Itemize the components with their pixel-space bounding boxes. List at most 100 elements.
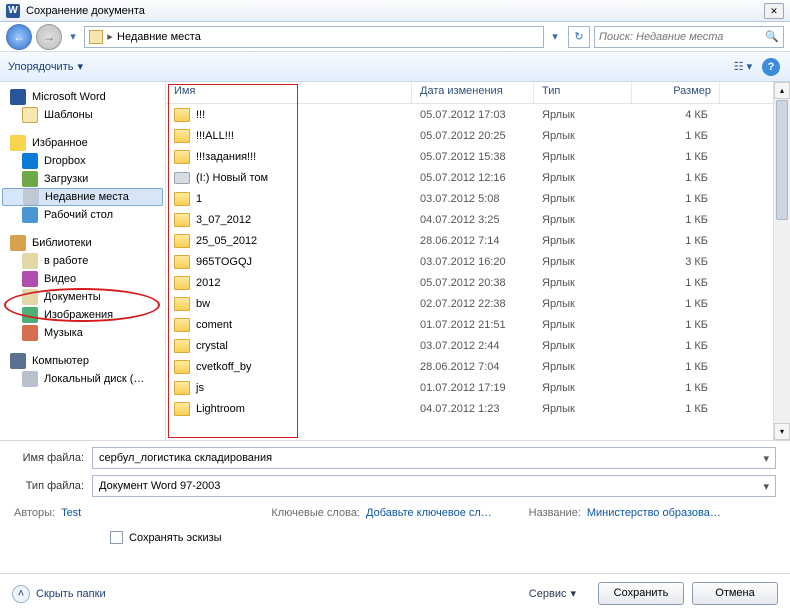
folder-icon xyxy=(174,255,190,269)
file-row[interactable]: coment01.07.2012 21:51Ярлык1 КБ xyxy=(166,314,790,335)
footer: ˄ Скрыть папки Сервис ▾ Сохранить Отмена xyxy=(0,573,790,613)
video-icon xyxy=(22,271,38,287)
refresh-button[interactable]: ↻ xyxy=(568,26,590,48)
col-name[interactable]: Имя xyxy=(166,82,412,103)
meta-title[interactable]: Название: Министерство образова… xyxy=(529,507,776,519)
chevron-down-icon[interactable]: ▾ xyxy=(763,480,769,493)
meta-authors[interactable]: Авторы: Test xyxy=(14,507,261,519)
file-date: 05.07.2012 12:16 xyxy=(412,172,534,184)
scroll-up-button[interactable]: ▴ xyxy=(774,82,790,99)
file-row[interactable]: js01.07.2012 17:19Ярлык1 КБ xyxy=(166,377,790,398)
meta-keywords[interactable]: Ключевые слова: Добавьте ключевое сл… xyxy=(271,507,518,519)
sidebar-item-video[interactable]: Видео xyxy=(0,270,165,288)
sidebar-item-localdisk[interactable]: Локальный диск (… xyxy=(0,370,165,388)
folder-icon xyxy=(174,297,190,311)
help-button[interactable]: ? xyxy=(760,56,782,78)
file-row[interactable]: cvetkoff_by28.06.2012 7:04Ярлык1 КБ xyxy=(166,356,790,377)
scroll-thumb[interactable] xyxy=(776,100,788,220)
file-row[interactable]: 103.07.2012 5:08Ярлык1 КБ xyxy=(166,188,790,209)
file-size: 1 КБ xyxy=(632,361,720,373)
file-size: 1 КБ xyxy=(632,235,720,247)
file-row[interactable]: (I:) Новый том05.07.2012 12:16Ярлык1 КБ xyxy=(166,167,790,188)
file-type: Ярлык xyxy=(534,382,632,394)
sidebar-item-images[interactable]: Изображения xyxy=(0,306,165,324)
sidebar-item-desktop[interactable]: Рабочий стол xyxy=(0,206,165,224)
organize-label: Упорядочить xyxy=(8,61,73,73)
col-date[interactable]: Дата изменения xyxy=(412,82,534,103)
file-row[interactable]: !!!ALL!!!05.07.2012 20:25Ярлык1 КБ xyxy=(166,125,790,146)
cancel-button[interactable]: Отмена xyxy=(692,582,778,605)
folder-icon xyxy=(174,276,190,290)
file-name: !!!задания!!! xyxy=(196,151,256,163)
file-date: 02.07.2012 22:38 xyxy=(412,298,534,310)
file-type: Ярлык xyxy=(534,130,632,142)
save-thumbnails-checkbox[interactable]: Сохранять эскизы xyxy=(14,523,776,548)
file-name: coment xyxy=(196,319,232,331)
sidebar-item-recent[interactable]: Недавние места xyxy=(2,188,163,206)
recent-icon xyxy=(23,189,39,205)
file-date: 05.07.2012 15:38 xyxy=(412,151,534,163)
chevron-down-icon[interactable]: ▾ xyxy=(763,452,769,465)
file-name: 25_05_2012 xyxy=(196,235,257,247)
history-dropdown[interactable]: ▾ xyxy=(66,26,80,48)
documents-icon xyxy=(22,289,38,305)
filetype-select[interactable]: Документ Word 97-2003 ▾ xyxy=(92,475,776,497)
view-mode-button[interactable]: ☷ ▾ xyxy=(732,56,754,78)
file-row[interactable]: bw02.07.2012 22:38Ярлык1 КБ xyxy=(166,293,790,314)
file-type: Ярлык xyxy=(534,214,632,226)
file-size: 1 КБ xyxy=(632,214,720,226)
file-type: Ярлык xyxy=(534,319,632,331)
organize-menu[interactable]: Упорядочить ▾ xyxy=(8,60,83,73)
breadcrumb[interactable]: ▸ Недавние места xyxy=(84,26,544,48)
nav-row: ← → ▾ ▸ Недавние места ▾ ↻ 🔍 xyxy=(0,22,790,52)
file-name: cvetkoff_by xyxy=(196,361,251,373)
sidebar-item-computer[interactable]: Компьютер xyxy=(0,352,165,370)
filename-input[interactable]: сербул_логистика складирования ▾ xyxy=(92,447,776,469)
forward-button[interactable]: → xyxy=(36,24,62,50)
file-row[interactable]: 3_07_201204.07.2012 3:25Ярлык1 КБ xyxy=(166,209,790,230)
form-area: Имя файла: сербул_логистика складировани… xyxy=(0,440,790,552)
vertical-scrollbar[interactable]: ▴ ▾ xyxy=(773,82,790,440)
close-button[interactable]: ✕ xyxy=(764,3,784,19)
file-row[interactable]: 201205.07.2012 20:38Ярлык1 КБ xyxy=(166,272,790,293)
file-size: 3 КБ xyxy=(632,256,720,268)
sidebar-item-documents[interactable]: Документы xyxy=(0,288,165,306)
sidebar-item-music[interactable]: Музыка xyxy=(0,324,165,342)
back-button[interactable]: ← xyxy=(6,24,32,50)
file-type: Ярлык xyxy=(534,256,632,268)
window-title: Сохранение документа xyxy=(26,5,764,17)
breadcrumb-dropdown[interactable]: ▾ xyxy=(548,26,562,48)
hide-folders-button[interactable]: ˄ Скрыть папки xyxy=(12,585,106,603)
sidebar-item-libraries[interactable]: Библиотеки xyxy=(0,234,165,252)
save-button[interactable]: Сохранить xyxy=(598,582,684,605)
file-name: (I:) Новый том xyxy=(196,172,268,184)
service-menu[interactable]: Сервис ▾ xyxy=(529,587,576,600)
file-date: 05.07.2012 20:25 xyxy=(412,130,534,142)
file-size: 1 КБ xyxy=(632,298,720,310)
file-date: 05.07.2012 17:03 xyxy=(412,109,534,121)
sidebar-item-favorites[interactable]: Избранное xyxy=(0,134,165,152)
sidebar-item-downloads[interactable]: Загрузки xyxy=(0,170,165,188)
file-row[interactable]: crystal03.07.2012 2:44Ярлык1 КБ xyxy=(166,335,790,356)
file-row[interactable]: Lightroom04.07.2012 1:23Ярлык1 КБ xyxy=(166,398,790,419)
file-row[interactable]: !!!05.07.2012 17:03Ярлык4 КБ xyxy=(166,104,790,125)
file-row[interactable]: 25_05_201228.06.2012 7:14Ярлык1 КБ xyxy=(166,230,790,251)
filename-label: Имя файла: xyxy=(14,452,92,464)
file-size: 1 КБ xyxy=(632,319,720,331)
file-date: 03.07.2012 5:08 xyxy=(412,193,534,205)
sidebar-item-word[interactable]: Microsoft Word xyxy=(0,88,165,106)
col-type[interactable]: Тип xyxy=(534,82,632,103)
sidebar-item-templates[interactable]: Шаблоны xyxy=(0,106,165,124)
desktop-icon xyxy=(22,207,38,223)
drive-icon xyxy=(174,172,190,184)
search-box[interactable]: 🔍 xyxy=(594,26,784,48)
file-type: Ярлык xyxy=(534,298,632,310)
star-icon xyxy=(10,135,26,151)
col-size[interactable]: Размер xyxy=(632,82,720,103)
sidebar-item-dropbox[interactable]: Dropbox xyxy=(0,152,165,170)
scroll-down-button[interactable]: ▾ xyxy=(774,423,790,440)
file-row[interactable]: !!!задания!!!05.07.2012 15:38Ярлык1 КБ xyxy=(166,146,790,167)
file-row[interactable]: 965TOGQJ03.07.2012 16:20Ярлык3 КБ xyxy=(166,251,790,272)
search-input[interactable] xyxy=(599,31,765,43)
sidebar-item-inwork[interactable]: в работе xyxy=(0,252,165,270)
